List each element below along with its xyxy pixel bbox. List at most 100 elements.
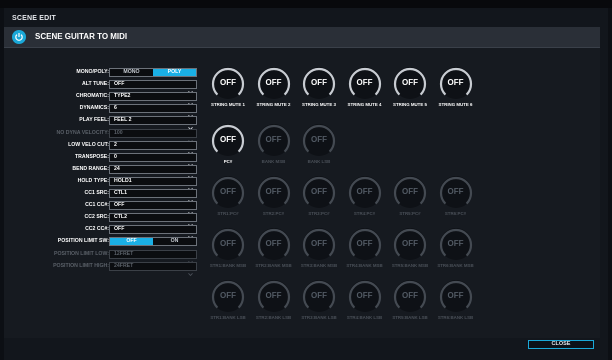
chevron-down-icon	[188, 118, 193, 131]
power-icon[interactable]	[12, 30, 26, 44]
param-value: TYPE2	[114, 93, 131, 100]
knob-string-mute-5[interactable]: OFF	[392, 65, 428, 101]
chevron-down-icon	[188, 191, 193, 204]
param-select-dynamics[interactable]: 6	[109, 104, 197, 119]
param-row-transpose: TRANSPOSE: 0	[4, 152, 200, 167]
chevron-down-icon	[188, 179, 193, 192]
knob-value: OFF	[311, 135, 327, 144]
param-value: 0	[114, 153, 117, 160]
param-select-play-feel[interactable]: FEEL 2	[109, 116, 197, 131]
knob-value: OFF	[447, 239, 464, 248]
param-row-no-dyna-velocity: NO DYNA VELOCITY: 100	[4, 128, 200, 143]
param-row-cc1-cc: CC1 CC#: OFF	[4, 200, 200, 216]
param-label-transpose: TRANSPOSE:	[74, 153, 109, 160]
param-value: 12FRET	[114, 250, 134, 257]
knob-str4-pc: OFF	[347, 174, 383, 210]
param-select-transpose[interactable]: 0	[109, 152, 197, 167]
knob-label-bank-lsb: BANK LSB	[307, 159, 331, 164]
param-row-position-limit-high: POSITION LIMIT HIGH: 24FRET	[4, 261, 200, 276]
chevron-down-icon	[188, 215, 193, 228]
param-row-position-limit-sw: POSITION LIMIT SW: OFF ON	[4, 236, 200, 247]
param-label-cc2-src: CC2 SRC:	[84, 214, 110, 221]
knob-str2-pc: OFF	[256, 174, 292, 210]
knob-value: OFF	[220, 291, 236, 300]
knob-str3-bank-lsb: OFF	[301, 278, 337, 314]
top-bar	[0, 0, 612, 8]
param-row-alt-tune: ALT TUNE: OFF	[4, 79, 200, 95]
param-select-position-limit-high: 24FRET	[109, 261, 197, 276]
param-select-cc2-cc[interactable]: OFF	[109, 225, 197, 240]
close-button[interactable]: CLOSE	[528, 340, 594, 349]
knob-string-mute-6[interactable]: OFF	[438, 65, 474, 101]
knob-string-mute-1[interactable]: OFF	[210, 65, 246, 101]
param-select-bend-range[interactable]: 24	[109, 164, 197, 179]
knob-value: OFF	[220, 239, 236, 248]
param-label-mono-poly: MONO/POLY:	[76, 69, 109, 75]
param-row-position-limit-low: POSITION LIMIT LOW: 12FRET	[4, 249, 200, 264]
knob-string-mute-2[interactable]: OFF	[256, 65, 292, 101]
knob-value: OFF	[447, 78, 464, 87]
chevron-down-icon	[188, 94, 193, 107]
chevron-down-icon	[188, 203, 193, 216]
knob-value: OFF	[356, 78, 373, 87]
chevron-down-icon	[188, 143, 193, 155]
param-select-cc1-src[interactable]: CTL1	[109, 189, 197, 204]
knob-value: OFF	[220, 135, 236, 144]
param-row-mono-poly: MONO/POLY: MONO POLY	[4, 67, 200, 78]
knob-value: OFF	[402, 187, 418, 196]
param-label-cc1-src: CC1 SRC:	[84, 190, 110, 196]
toggle-option-poly[interactable]: POLY	[153, 69, 196, 76]
knob-value: OFF	[356, 239, 373, 248]
param-value: 24	[114, 165, 120, 172]
knob-value: OFF	[311, 239, 327, 248]
chevron-down-icon	[188, 264, 193, 276]
toggle-option-on[interactable]: ON	[153, 238, 196, 245]
param-value: CTL1	[114, 190, 127, 196]
param-label-no-dyna-velocity: NO DYNA VELOCITY:	[56, 129, 109, 136]
param-select-alt-tune[interactable]: OFF	[109, 80, 197, 95]
param-select-cc1-cc[interactable]: OFF	[109, 201, 197, 216]
param-select-cc2-src[interactable]: CTL2	[109, 213, 197, 228]
knob-value: OFF	[220, 78, 236, 87]
toggle-option-off[interactable]: OFF	[110, 238, 153, 246]
knob-value: OFF	[356, 291, 373, 300]
param-row-hold-type: HOLD TYPE: HOLD1	[4, 176, 200, 192]
knob-string-mute-3[interactable]: OFF	[301, 65, 337, 101]
param-select-hold-type[interactable]: HOLD1	[109, 176, 197, 192]
param-row-cc1-src: CC1 SRC: CTL1	[4, 188, 200, 204]
knob-str2-bank-msb: OFF	[256, 226, 292, 262]
param-label-position-limit-high: POSITION LIMIT HIGH:	[53, 262, 109, 269]
window-title: SCENE EDIT	[12, 15, 57, 22]
knob-bank-msb: OFF	[256, 122, 292, 158]
param-label-cc2-cc: CC2 CC#:	[85, 226, 109, 233]
param-row-chromatic: CHROMATIC: TYPE2	[4, 91, 200, 107]
knob-value: OFF	[265, 239, 282, 248]
knob-value: OFF	[265, 135, 282, 144]
knob-value: OFF	[265, 78, 282, 87]
knob-value: OFF	[265, 187, 282, 196]
param-select-chromatic[interactable]: TYPE2	[109, 92, 197, 107]
param-label-position-limit-low: POSITION LIMIT LOW:	[54, 250, 109, 257]
param-value: HOLD1	[114, 177, 132, 184]
param-toggle-position-limit-sw[interactable]: OFF ON	[109, 237, 197, 247]
param-value: 2	[114, 141, 117, 148]
param-value: OFF	[114, 226, 125, 233]
knob-string-mute-4[interactable]: OFF	[347, 65, 383, 101]
param-value: OFF	[114, 81, 125, 88]
knob-str3-pc: OFF	[301, 174, 337, 210]
param-select-low-velo-cut[interactable]: 2	[109, 140, 197, 155]
param-value: FEEL 2	[114, 117, 132, 124]
knob-label-str6-bank-lsb: STR6:BANK LSB	[437, 315, 474, 320]
knob-pc[interactable]: OFF	[210, 122, 246, 158]
knob-value: OFF	[447, 187, 464, 196]
knob-str3-bank-msb: OFF	[301, 226, 337, 262]
param-label-hold-type: HOLD TYPE:	[77, 177, 109, 184]
param-row-low-velo-cut: LOW VELO CUT: 2	[4, 140, 200, 155]
knob-str6-pc: OFF	[438, 174, 474, 210]
param-row-dynamics: DYNAMICS: 6	[4, 103, 200, 119]
param-value: 24FRET	[114, 262, 134, 269]
param-toggle-mono-poly[interactable]: MONO POLY	[109, 68, 197, 77]
param-label-cc1-cc: CC1 CC#:	[85, 202, 109, 209]
toggle-option-mono[interactable]: MONO	[110, 69, 153, 76]
param-row-cc2-src: CC2 SRC: CTL2	[4, 212, 200, 228]
